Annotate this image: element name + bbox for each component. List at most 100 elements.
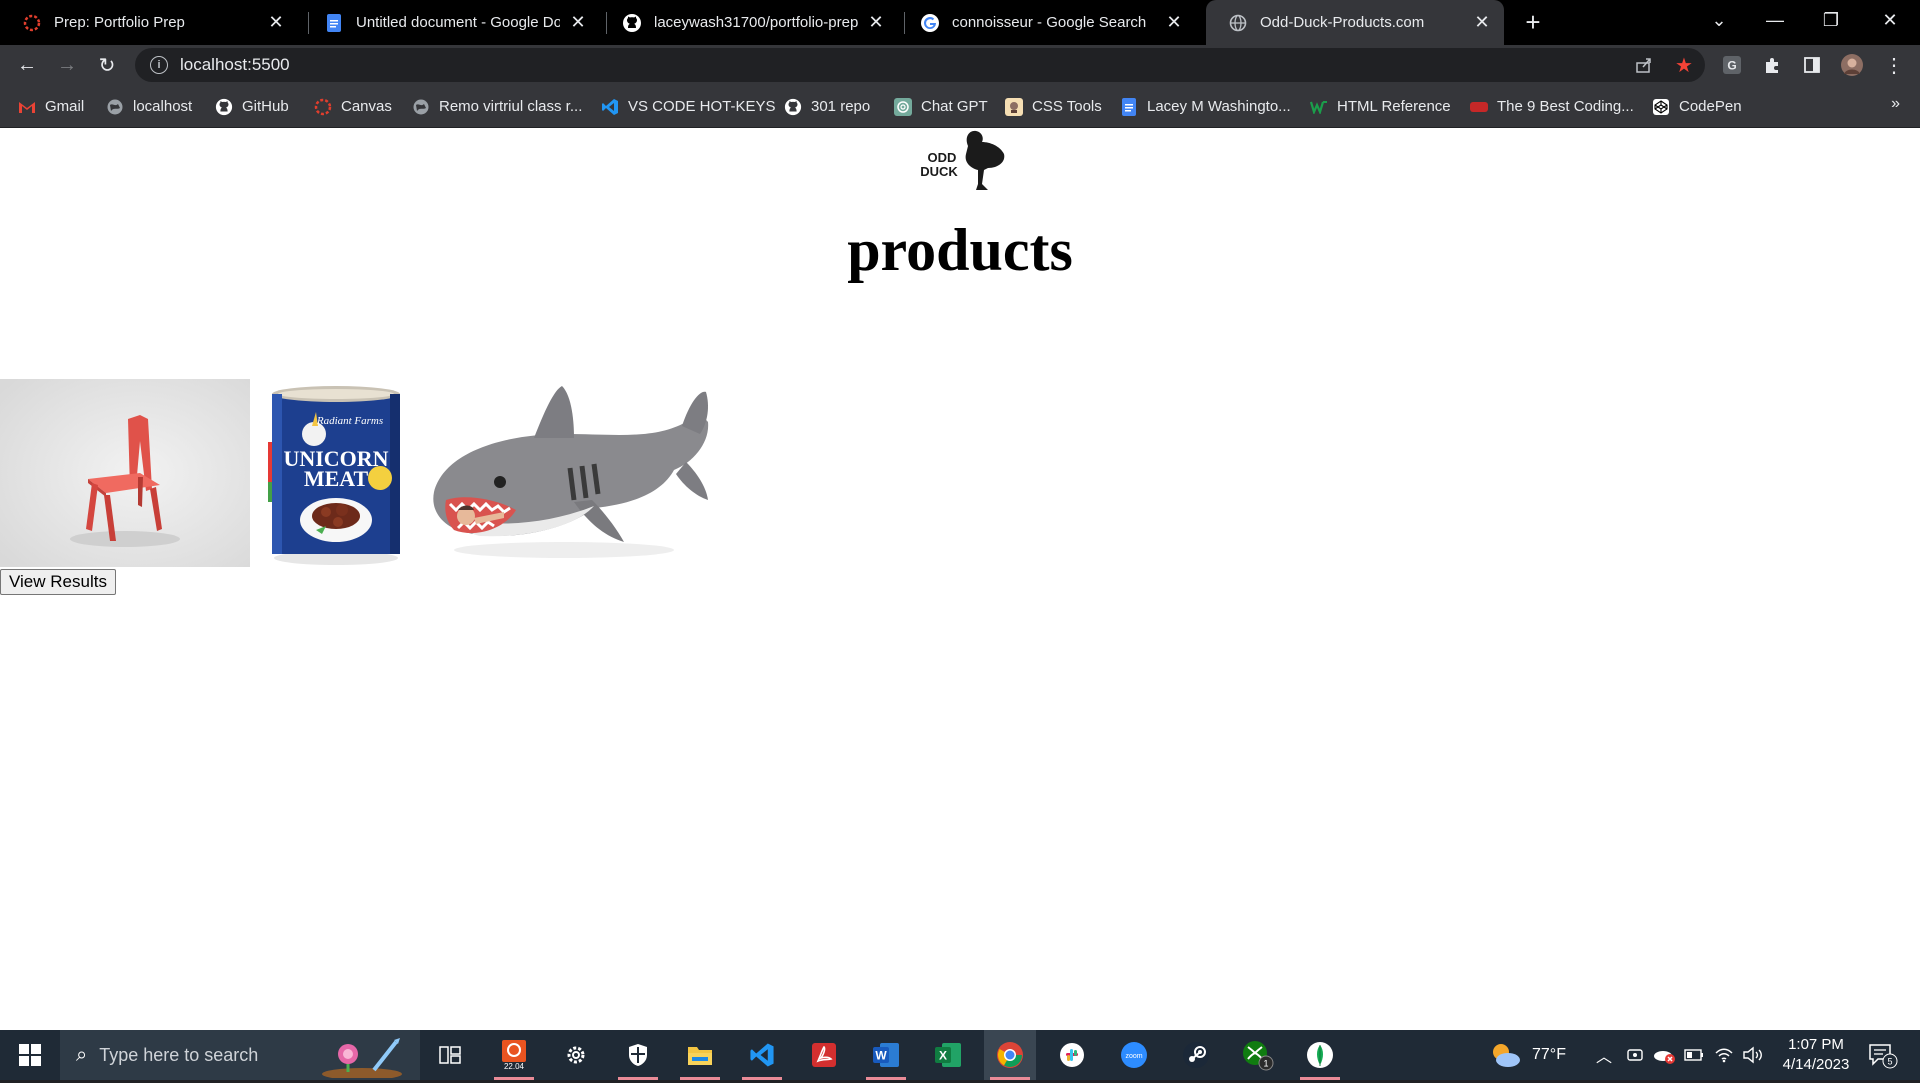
taskbar-search-box[interactable]: ⌕ Type here to search — [60, 1030, 420, 1080]
windows-start-icon[interactable] — [8, 1030, 52, 1080]
browser-menu-icon[interactable]: ⋮ — [1880, 51, 1908, 79]
bookmark-label: CodePen — [1679, 98, 1742, 115]
windows-taskbar: ⌕ Type here to search 22.04 W X zoom 1 7… — [0, 1030, 1920, 1080]
new-tab-button[interactable]: + — [1519, 7, 1547, 37]
restore-icon[interactable]: ❐ — [1803, 0, 1859, 40]
bookmark-gmail[interactable]: Gmail — [18, 85, 84, 128]
partly-cloudy-icon — [1493, 1044, 1520, 1067]
zoom-icon[interactable]: zoom — [1108, 1030, 1160, 1080]
share-icon[interactable] — [1630, 51, 1658, 79]
bookmark-chat-gpt[interactable]: Chat GPT — [894, 85, 988, 128]
tab-prep-portfolio[interactable]: Prep: Portfolio Prep ✕ — [0, 0, 298, 45]
settings-gear-icon[interactable] — [550, 1030, 602, 1080]
notification-count: 5 — [1887, 1057, 1892, 1067]
bookmark-github[interactable]: GitHub — [215, 85, 289, 128]
vscode-app-icon[interactable] — [736, 1030, 788, 1080]
forward-arrow-icon[interactable]: → — [51, 49, 83, 81]
vscode-icon — [601, 98, 619, 116]
tray-overflow-chevron-icon[interactable]: ︿ — [1596, 1030, 1612, 1080]
grammarly-extension-icon[interactable]: G — [1718, 51, 1746, 79]
tab-github-repo[interactable]: laceywash31700/portfolio-prep ✕ — [600, 0, 898, 45]
bookmark-html-reference[interactable]: HTML Reference — [1310, 85, 1451, 128]
close-icon[interactable]: ✕ — [864, 11, 888, 35]
notifications-icon[interactable]: 5 — [1868, 1030, 1898, 1080]
battery-icon[interactable] — [1684, 1030, 1704, 1080]
tab-google-search[interactable]: connoisseur - Google Search ✕ — [898, 0, 1196, 45]
tab-title: Odd-Duck-Products.com — [1260, 14, 1425, 31]
product-image-shark-sleeping-bag[interactable] — [424, 382, 714, 562]
can-title-meat: MEAT — [304, 466, 369, 491]
onedrive-error-icon[interactable] — [1652, 1030, 1676, 1080]
browser-toolbar: ← → ↻ i localhost:5500 ★ G ⋮ — [0, 45, 1920, 85]
bookmarks-bar: Gmail localhost GitHub Canvas Remo virtr… — [0, 85, 1920, 128]
github-icon — [784, 98, 802, 116]
ubuntu-version-badge: 22.04 — [504, 1062, 525, 1070]
task-view-icon[interactable] — [424, 1030, 476, 1080]
logo-text-odd: ODD — [928, 150, 957, 165]
bookmark-codepen[interactable]: CodePen — [1652, 85, 1742, 128]
slack-icon[interactable] — [1046, 1030, 1098, 1080]
meet-now-icon[interactable] — [1626, 1030, 1644, 1080]
svg-text:X: X — [939, 1049, 947, 1063]
side-panel-icon[interactable] — [1798, 51, 1826, 79]
tab-search-chevron-icon[interactable]: ⌄ — [1691, 0, 1747, 40]
view-results-button[interactable]: View Results — [0, 569, 116, 595]
clock-date: 4/14/2023 — [1782, 1056, 1850, 1073]
microsoft-excel-icon[interactable]: X — [922, 1030, 974, 1080]
bookmark-star-icon[interactable]: ★ — [1670, 51, 1698, 79]
extensions-puzzle-icon[interactable] — [1758, 51, 1786, 79]
wifi-icon[interactable] — [1714, 1030, 1734, 1080]
volume-icon[interactable] — [1742, 1030, 1764, 1080]
tab-odd-duck-products[interactable]: Odd-Duck-Products.com ✕ — [1206, 0, 1504, 45]
tab-title: Untitled document - Google Doc — [356, 14, 560, 31]
back-arrow-icon[interactable]: ← — [11, 49, 43, 81]
globe-icon — [106, 98, 124, 116]
bookmark-label: localhost — [133, 98, 193, 115]
tab-google-doc[interactable]: Untitled document - Google Doc ✕ — [302, 0, 600, 45]
close-window-icon[interactable]: ✕ — [1862, 0, 1918, 40]
product-image-chair[interactable] — [0, 379, 250, 567]
bookmark-css-tools[interactable]: CSS Tools — [1005, 85, 1102, 128]
google-icon — [920, 13, 940, 33]
bookmark-vscode-hotkeys[interactable]: VS CODE HOT-KEYS — [601, 85, 776, 128]
bookmark-301-repo[interactable]: 301 repo — [784, 85, 870, 128]
tab-title: Prep: Portfolio Prep — [54, 14, 185, 31]
adobe-acrobat-icon[interactable] — [798, 1030, 850, 1080]
mongodb-compass-icon[interactable] — [1294, 1030, 1346, 1080]
windows-security-icon[interactable] — [612, 1030, 664, 1080]
bookmark-canvas[interactable]: Canvas — [314, 85, 392, 128]
close-icon[interactable]: ✕ — [264, 11, 288, 35]
bookmark-lacey-doc[interactable]: Lacey M Washingto... — [1120, 85, 1291, 128]
bookmark-label: Canvas — [341, 98, 392, 115]
file-explorer-icon[interactable] — [674, 1030, 726, 1080]
bookmark-best-coding[interactable]: The 9 Best Coding... — [1470, 85, 1634, 128]
reload-icon[interactable]: ↻ — [91, 49, 123, 81]
bookmarks-overflow-icon[interactable]: » — [1891, 95, 1900, 113]
xbox-icon[interactable]: 1 — [1232, 1030, 1284, 1080]
github-icon — [215, 98, 233, 116]
close-icon[interactable]: ✕ — [1162, 11, 1186, 35]
ubuntu-app-icon[interactable]: 22.04 — [488, 1030, 540, 1080]
steam-icon[interactable] — [1170, 1030, 1222, 1080]
profile-avatar-icon[interactable] — [1838, 51, 1866, 79]
url-text: localhost:5500 — [180, 55, 290, 74]
site-info-icon[interactable]: i — [150, 56, 168, 74]
product-image-unicorn-meat[interactable]: Radiant Farms UNICORN MEAT — [268, 382, 404, 566]
bookmark-localhost[interactable]: localhost — [106, 85, 192, 128]
bookmark-label: VS CODE HOT-KEYS — [628, 98, 776, 115]
bookmark-label: The 9 Best Coding... — [1497, 98, 1634, 115]
clock[interactable]: 1:07 PM 4/14/2023 — [1776, 1030, 1856, 1080]
logo-text-duck: DUCK — [920, 164, 958, 179]
microsoft-word-icon[interactable]: W — [860, 1030, 912, 1080]
google-chrome-icon[interactable] — [984, 1030, 1036, 1080]
canvas-icon — [314, 98, 332, 116]
odd-duck-logo: ODD DUCK — [912, 128, 1008, 194]
close-icon[interactable]: ✕ — [566, 11, 590, 35]
close-icon[interactable]: ✕ — [1470, 11, 1494, 35]
bookmark-remo[interactable]: Remo virtriul class r... — [412, 85, 582, 128]
search-highlight-illustration-icon — [314, 1034, 410, 1083]
address-bar[interactable]: i localhost:5500 — [135, 48, 1705, 82]
chatgpt-icon — [894, 97, 912, 116]
minimize-icon[interactable]: — — [1747, 0, 1803, 40]
weather-widget[interactable]: 77°F — [1488, 1030, 1566, 1080]
